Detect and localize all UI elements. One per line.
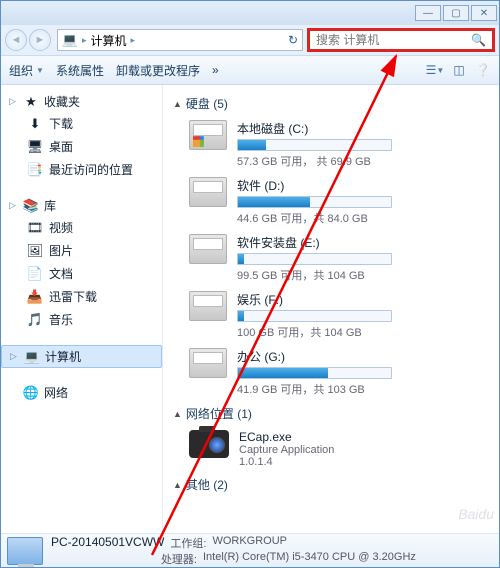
drive-name: 娱乐 (F:) (237, 291, 489, 308)
pc-icon (7, 537, 43, 565)
nav-row: ◄ ► 💻 ▸ 计算机 ▸ ↻ 🔍 (1, 25, 499, 55)
drive-stat: 41.9 GB 可用，共 103 GB (237, 381, 489, 397)
drive-stat: 99.5 GB 可用，共 104 GB (237, 267, 489, 283)
drive-name: 本地磁盘 (C:) (237, 120, 489, 137)
document-icon: 📄 (27, 266, 43, 282)
recent-icon: 📑 (27, 162, 43, 178)
other-section-header[interactable]: ▲其他 (2) (163, 472, 499, 497)
view-icon[interactable]: ☰▼ (427, 62, 443, 78)
back-button[interactable]: ◄ (5, 29, 27, 51)
main-content: ▲硬盘 (5) 本地磁盘 (C:) 57.3 GB 可用， 共 69.9 GB … (163, 85, 499, 533)
library-icon: 📚 (23, 198, 39, 214)
address-segment[interactable]: 计算机 (91, 32, 127, 49)
drive-row[interactable]: 办公 (G:) 41.9 GB 可用，共 103 GB (163, 344, 499, 401)
search-input[interactable] (316, 33, 471, 47)
organize-button[interactable]: 组织▼ (9, 62, 44, 79)
forward-button[interactable]: ► (29, 29, 51, 51)
music-icon: 🎵 (27, 312, 43, 328)
drive-usage-bar (237, 367, 392, 379)
drive-stat: 44.6 GB 可用，共 84.0 GB (237, 210, 489, 226)
drive-usage-bar (237, 253, 392, 265)
chevron-icon: ▸ (127, 35, 140, 46)
picture-icon: 🖼 (27, 243, 43, 259)
sidebar-item-pictures[interactable]: 🖼图片 (1, 239, 162, 262)
maximize-button[interactable]: ▢ (443, 5, 469, 21)
network-item-ecap[interactable]: ECap.exe Capture Application 1.0.1.4 (163, 426, 499, 472)
thunder-icon: 📥 (27, 289, 43, 305)
chevron-icon: ▸ (78, 35, 91, 46)
network-icon: 🌐 (23, 385, 39, 401)
uninstall-button[interactable]: 卸载或更改程序 (116, 62, 200, 79)
help-icon[interactable]: ❔ (475, 62, 491, 78)
sidebar-item-network[interactable]: 🌐网络 (1, 382, 162, 403)
drive-row[interactable]: 软件 (D:) 44.6 GB 可用，共 84.0 GB (163, 173, 499, 230)
netitem-desc: Capture Application (239, 444, 334, 456)
drive-icon (189, 234, 227, 264)
search-box[interactable]: 🔍 (307, 28, 495, 52)
drive-icon (189, 120, 227, 150)
drive-usage-bar (237, 310, 392, 322)
desktop-icon: 🖥 (27, 139, 43, 155)
download-icon: ⬇ (27, 116, 43, 132)
star-icon: ★ (23, 94, 39, 110)
drive-row[interactable]: 本地磁盘 (C:) 57.3 GB 可用， 共 69.9 GB (163, 116, 499, 173)
netitem-version: 1.0.1.4 (239, 456, 334, 468)
sidebar-item-music[interactable]: 🎵音乐 (1, 308, 162, 331)
preview-pane-icon[interactable]: ◫ (451, 62, 467, 78)
status-workgroup: WORKGROUP (212, 535, 287, 551)
minimize-button[interactable]: — (415, 5, 441, 21)
sidebar-favorites-header[interactable]: ▷★收藏夹 (1, 91, 162, 112)
sidebar: ▷★收藏夹 ⬇下载 🖥桌面 📑最近访问的位置 ▷📚库 🎞视频 🖼图片 📄文档 📥… (1, 85, 163, 533)
sidebar-item-desktop[interactable]: 🖥桌面 (1, 135, 162, 158)
search-icon[interactable]: 🔍 (471, 33, 486, 47)
camera-icon (189, 430, 229, 458)
computer-icon: 💻 (24, 349, 40, 365)
netitem-name: ECap.exe (239, 430, 334, 444)
drive-stat: 57.3 GB 可用， 共 69.9 GB (237, 153, 489, 169)
toolbar-more[interactable]: » (212, 63, 219, 77)
drive-usage-bar (237, 196, 392, 208)
address-bar[interactable]: 💻 ▸ 计算机 ▸ ↻ (57, 29, 303, 51)
drive-row[interactable]: 软件安装盘 (E:) 99.5 GB 可用，共 104 GB (163, 230, 499, 287)
sidebar-item-recent[interactable]: 📑最近访问的位置 (1, 158, 162, 181)
drive-stat: 100 GB 可用，共 104 GB (237, 324, 489, 340)
refresh-icon[interactable]: ↻ (288, 33, 298, 47)
network-section-header[interactable]: ▲网络位置 (1) (163, 401, 499, 426)
drive-name: 办公 (G:) (237, 348, 489, 365)
drives-section-header[interactable]: ▲硬盘 (5) (163, 91, 499, 116)
sidebar-libraries-header[interactable]: ▷📚库 (1, 195, 162, 216)
sidebar-item-computer[interactable]: ▷💻计算机 (1, 345, 162, 368)
sidebar-item-documents[interactable]: 📄文档 (1, 262, 162, 285)
computer-icon: 💻 (62, 32, 78, 48)
close-button[interactable]: ✕ (471, 5, 497, 21)
drive-name: 软件安装盘 (E:) (237, 234, 489, 251)
drive-name: 软件 (D:) (237, 177, 489, 194)
drive-icon (189, 177, 227, 207)
system-properties-button[interactable]: 系统属性 (56, 62, 104, 79)
drive-row[interactable]: 娱乐 (F:) 100 GB 可用，共 104 GB (163, 287, 499, 344)
video-icon: 🎞 (27, 220, 43, 236)
sidebar-item-downloads[interactable]: ⬇下载 (1, 112, 162, 135)
drive-usage-bar (237, 139, 392, 151)
watermark: Baidu (458, 506, 494, 522)
status-workgroup-label: 工作组: (170, 535, 206, 551)
drive-icon (189, 348, 227, 378)
sidebar-item-videos[interactable]: 🎞视频 (1, 216, 162, 239)
toolbar: 组织▼ 系统属性 卸载或更改程序 » ☰▼ ◫ ❔ (1, 55, 499, 85)
status-pcname: PC-20140501VCWW (51, 535, 164, 551)
drive-icon (189, 291, 227, 321)
status-cpu: Intel(R) Core(TM) i5-3470 CPU @ 3.20GHz (203, 551, 416, 567)
status-cpu-label: 处理器: (161, 551, 197, 567)
sidebar-item-thunder[interactable]: 📥迅雷下载 (1, 285, 162, 308)
title-bar: — ▢ ✕ (1, 1, 499, 25)
